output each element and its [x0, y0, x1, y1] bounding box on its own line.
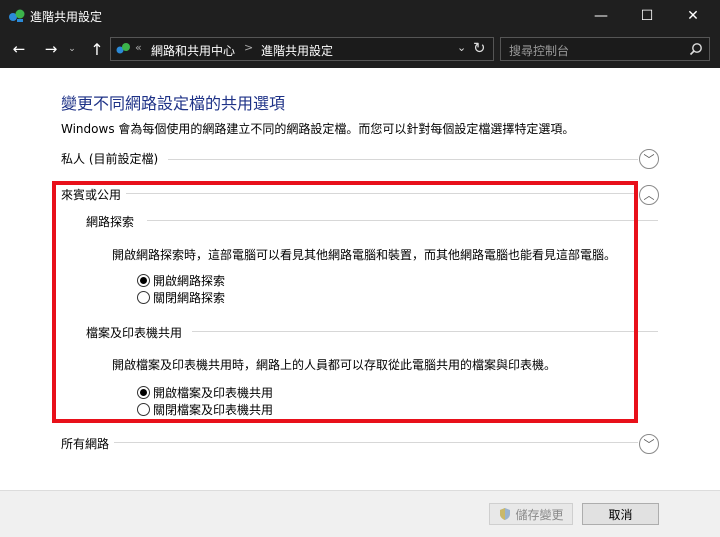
section-divider [168, 159, 638, 160]
save-button-label: 儲存變更 [515, 507, 564, 522]
section-divider [114, 442, 638, 443]
maximize-icon: ☐ [640, 8, 654, 24]
breadcrumb-overflow-icon[interactable]: « [135, 41, 142, 54]
navigation-bar: ← → ⌄ ↑ « 網路和共用中心 > 進階共用設定 ⌄ ↻ 搜尋控制台 [0, 32, 720, 68]
all-networks-header[interactable]: 所有網路 [61, 435, 109, 452]
uac-shield-icon [500, 508, 511, 520]
maximize-button[interactable]: ☐ [624, 0, 670, 32]
recent-locations-button[interactable]: ⌄ [66, 38, 78, 60]
footer-bar: 儲存變更 取消 [0, 490, 720, 537]
expand-private-button[interactable]: ﹀ [639, 149, 659, 169]
breadcrumb-separator-icon[interactable]: > [244, 41, 253, 54]
private-profile-header[interactable]: 私人 (目前設定檔) [61, 150, 158, 167]
minimize-button[interactable]: — [578, 0, 624, 32]
network-app-icon [9, 9, 25, 22]
collapse-guest-public-button[interactable]: ︿ [639, 185, 659, 205]
search-placeholder: 搜尋控制台 [509, 44, 570, 58]
chevron-down-icon: ﹀ [643, 153, 655, 166]
minimize-icon: — [594, 8, 608, 24]
back-arrow-icon: ← [12, 40, 26, 58]
cancel-button[interactable]: 取消 [582, 503, 659, 525]
breadcrumb-advanced-sharing[interactable]: 進階共用設定 [261, 42, 333, 59]
save-changes-button[interactable]: 儲存變更 [489, 503, 573, 525]
up-button[interactable]: ↑ [86, 38, 108, 60]
forward-arrow-icon: → [44, 40, 58, 58]
search-box[interactable]: 搜尋控制台 [500, 37, 710, 61]
window-title: 進階共用設定 [30, 10, 103, 24]
refresh-icon[interactable]: ↻ [473, 39, 486, 57]
forward-button[interactable]: → [40, 38, 62, 60]
chevron-down-icon: ⌄ [68, 44, 76, 54]
highlight-frame [52, 181, 638, 423]
close-icon: ✕ [687, 8, 699, 24]
close-button[interactable]: ✕ [670, 0, 716, 32]
main-content: 變更不同網路設定檔的共用選項 Windows 會為每個使用的網路建立不同的網路設… [0, 68, 720, 490]
chevron-down-icon: ﹀ [643, 438, 655, 451]
chevron-up-icon: ︿ [643, 189, 655, 202]
network-location-icon [116, 43, 130, 54]
expand-all-networks-button[interactable]: ﹀ [639, 434, 659, 454]
address-bar[interactable]: « 網路和共用中心 > 進階共用設定 ⌄ ↻ [110, 37, 494, 61]
search-icon [689, 43, 702, 56]
breadcrumb-network-sharing-center[interactable]: 網路和共用中心 [151, 42, 235, 59]
page-title: 變更不同網路設定檔的共用選項 [61, 94, 286, 113]
title-bar: 進階共用設定 — ☐ ✕ [0, 0, 720, 32]
address-dropdown-icon[interactable]: ⌄ [457, 41, 466, 54]
up-arrow-icon: ↑ [90, 39, 104, 59]
back-button[interactable]: ← [8, 38, 30, 60]
page-description: Windows 會為每個使用的網路建立不同的網路設定檔。而您可以針對每個設定檔選… [61, 122, 575, 136]
cancel-button-label: 取消 [608, 507, 633, 522]
